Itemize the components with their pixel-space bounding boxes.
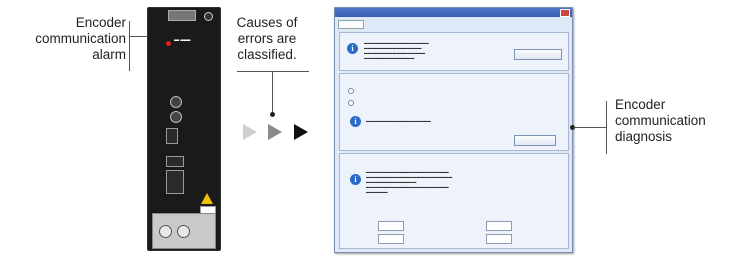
diagnosis-group: i ▬▬▬▬▬▬▬▬▬▬▬▬▬▬▬▬▬▬	[339, 73, 569, 151]
arrow-right-icon	[268, 124, 282, 140]
leader-dot	[270, 112, 275, 117]
leader-line	[574, 127, 606, 128]
bracket-line	[606, 101, 607, 154]
terminal-block	[152, 213, 216, 249]
rotary-switch	[170, 96, 182, 108]
radio-option[interactable]	[348, 88, 354, 94]
bracket-line	[129, 21, 130, 71]
encoder-communication-diagnosis-caption: Encoder communication diagnosis	[615, 97, 737, 145]
caption-line: classified.	[237, 47, 297, 62]
servo-amplifier: ▬ ▬▬	[147, 7, 221, 251]
caption-line: Encoder	[75, 15, 126, 30]
top-connector	[168, 10, 196, 21]
terminal-screw	[177, 225, 190, 238]
arrow-right-icon	[294, 124, 308, 140]
causes-classified-caption: Causes of errors are classified.	[224, 15, 310, 63]
setting-group: i ▬▬▬▬▬▬▬▬▬▬▬▬▬▬▬▬▬▬ ▬▬▬▬▬▬▬▬▬▬▬▬▬▬▬▬ ▬▬▬▬…	[339, 32, 569, 71]
info-icon: i	[347, 43, 358, 54]
display-port	[166, 156, 184, 167]
warning-icon	[201, 193, 213, 204]
encoder-communication-alarm-caption: Encoder communication alarm	[4, 15, 126, 63]
start-button[interactable]	[514, 135, 556, 146]
caption-line: diagnosis	[615, 129, 673, 144]
status-text: ▬▬▬▬▬▬▬▬▬▬▬▬▬▬▬▬▬▬	[366, 119, 431, 123]
brand-mark: ▬ ▬▬	[174, 37, 191, 43]
caption-line: alarm	[92, 47, 126, 62]
alarm-led	[166, 41, 171, 46]
encoder-diagnosis-window: i ▬▬▬▬▬▬▬▬▬▬▬▬▬▬▬▬▬▬ ▬▬▬▬▬▬▬▬▬▬▬▬▬▬▬▬ ▬▬▬▬…	[334, 7, 573, 253]
result-field	[378, 221, 404, 231]
bracket-line	[237, 71, 309, 72]
description-text: ▬▬▬▬▬▬▬▬▬▬▬▬▬▬▬▬▬▬ ▬▬▬▬▬▬▬▬▬▬▬▬▬▬▬▬ ▬▬▬▬▬▬…	[364, 41, 429, 60]
caption-line: errors are	[237, 31, 297, 46]
radio-option[interactable]	[348, 100, 354, 106]
title-bar	[335, 8, 572, 17]
diagnosis-result-group: i ▬▬▬▬▬▬▬▬▬▬▬▬▬▬▬▬▬▬▬▬▬▬▬ ▬▬▬▬▬▬▬▬▬▬▬▬▬▬▬…	[339, 153, 569, 249]
info-icon: i	[350, 116, 361, 127]
leader-line	[272, 71, 273, 114]
caption-line: communication	[35, 31, 126, 46]
info-icon: i	[350, 174, 361, 185]
caption-line: Encoder	[615, 97, 666, 112]
result-field	[486, 221, 512, 231]
caption-line: Causes of	[236, 15, 298, 30]
result-field	[486, 234, 512, 244]
parameter-setting-button[interactable]	[514, 49, 562, 60]
arrow-right-icon	[243, 124, 257, 140]
usb-port	[166, 128, 178, 144]
unit-select[interactable]	[338, 20, 364, 29]
rotary-switch	[170, 111, 182, 123]
screw-icon	[204, 12, 213, 21]
caption-line: communication	[615, 113, 706, 128]
result-text: ▬▬▬▬▬▬▬▬▬▬▬▬▬▬▬▬▬▬▬▬▬▬▬ ▬▬▬▬▬▬▬▬▬▬▬▬▬▬▬▬▬…	[366, 170, 453, 194]
terminal-screw	[159, 225, 172, 238]
io-connector	[166, 170, 184, 194]
close-icon[interactable]	[560, 9, 570, 17]
result-field	[378, 234, 404, 244]
